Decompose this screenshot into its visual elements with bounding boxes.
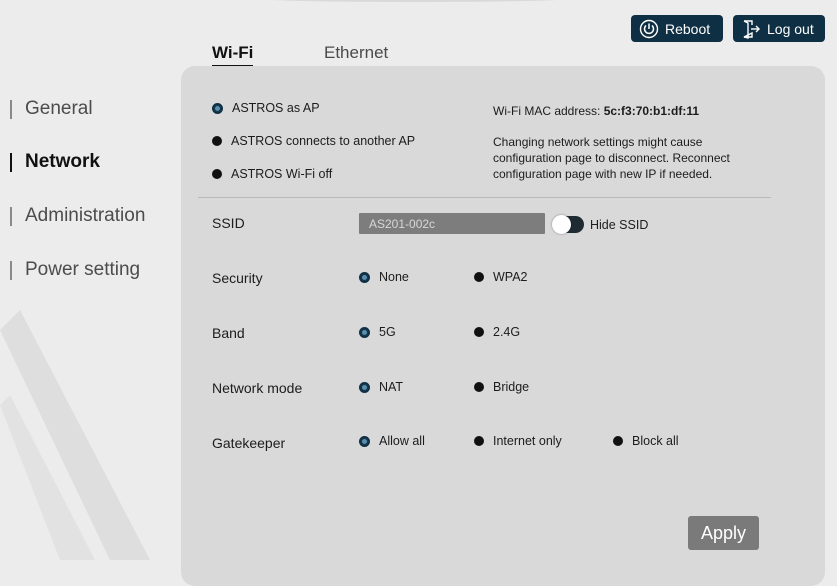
sidebar-item-general[interactable]: General xyxy=(10,97,93,121)
sidebar-indicator xyxy=(10,260,12,280)
sidebar-item-label: Network xyxy=(25,151,100,172)
radio-label: NAT xyxy=(379,380,404,394)
security-label: Security xyxy=(212,270,263,286)
logout-icon xyxy=(743,19,760,39)
radio-security-none[interactable]: None xyxy=(359,270,409,284)
radio-label: ASTROS as AP xyxy=(232,101,320,115)
radio-dot xyxy=(474,327,484,337)
logout-label: Log out xyxy=(767,20,814,37)
radio-label: Block all xyxy=(632,434,679,448)
sidebar-indicator xyxy=(10,152,12,172)
radio-dot-selected xyxy=(359,271,370,283)
radio-dot-selected xyxy=(212,102,223,114)
mac-address-value: 5c:f3:70:b1:df:11 xyxy=(603,104,700,118)
note-line: Changing network settings might cause xyxy=(493,135,703,149)
radio-network-bridge[interactable]: Bridge xyxy=(474,380,529,394)
radio-dot xyxy=(212,169,222,179)
tab-wifi[interactable]: Wi-Fi xyxy=(212,43,254,67)
mac-address-label: Wi-Fi MAC address: xyxy=(493,104,601,118)
radio-label: Allow all xyxy=(379,434,425,448)
sidebar-item-label: Administration xyxy=(25,205,146,226)
network-mode-label: Network mode xyxy=(212,380,303,396)
note-line: configuration page with new IP if needed… xyxy=(493,167,713,181)
sidebar-item-label: General xyxy=(25,98,93,119)
radio-label: None xyxy=(379,270,409,284)
sidebar-item-administration[interactable]: Administration xyxy=(10,204,145,228)
radio-astros-as-ap[interactable]: ASTROS as AP xyxy=(212,101,320,115)
ssid-input[interactable] xyxy=(359,213,545,234)
network-warning-note: Changing network settings might cause co… xyxy=(493,134,753,182)
sidebar-item-power-setting[interactable]: Power setting xyxy=(10,258,140,282)
ssid-label: SSID xyxy=(212,215,245,231)
radio-label: 2.4G xyxy=(493,325,521,339)
radio-label: 5G xyxy=(379,325,396,339)
radio-gatekeeper-allow-all[interactable]: Allow all xyxy=(359,434,425,448)
radio-label: ASTROS connects to another AP xyxy=(231,134,416,148)
reboot-label: Reboot xyxy=(665,20,711,37)
mac-address-row: Wi-Fi MAC address: 5c:f3:70:b1:df:11 xyxy=(493,103,699,119)
radio-label: Bridge xyxy=(493,380,530,394)
sidebar-item-network[interactable]: Network xyxy=(10,150,100,174)
radio-label: ASTROS Wi-Fi off xyxy=(231,167,333,181)
radio-network-nat[interactable]: NAT xyxy=(359,380,403,394)
logout-button[interactable]: Log out xyxy=(733,15,825,42)
radio-label: Internet only xyxy=(493,434,562,448)
hide-ssid-label: Hide SSID xyxy=(590,218,649,232)
note-line: configuration page to disconnect. Reconn… xyxy=(493,151,730,165)
sidebar-item-label: Power setting xyxy=(25,259,141,280)
brand-watermark-logo xyxy=(0,310,150,560)
radio-dot-selected xyxy=(359,435,370,447)
radio-astros-wifi-off[interactable]: ASTROS Wi-Fi off xyxy=(212,167,332,181)
radio-dot-selected xyxy=(359,381,370,393)
sidebar-indicator xyxy=(10,99,12,119)
radio-dot xyxy=(474,382,484,392)
sidebar-indicator xyxy=(10,206,12,226)
top-shadow xyxy=(250,0,580,2)
radio-dot xyxy=(474,272,484,282)
power-icon xyxy=(639,19,659,38)
reboot-button[interactable]: Reboot xyxy=(631,15,723,42)
radio-dot xyxy=(212,136,222,146)
radio-band-2-4g[interactable]: 2.4G xyxy=(474,325,520,339)
gatekeeper-label: Gatekeeper xyxy=(212,435,286,451)
radio-astros-connects-another-ap[interactable]: ASTROS connects to another AP xyxy=(212,134,415,148)
radio-dot-selected xyxy=(359,326,370,338)
radio-gatekeeper-internet-only[interactable]: Internet only xyxy=(474,434,562,448)
radio-security-wpa2[interactable]: WPA2 xyxy=(474,270,528,284)
radio-label: WPA2 xyxy=(493,270,528,284)
radio-band-5g[interactable]: 5G xyxy=(359,325,396,339)
hide-ssid-toggle[interactable] xyxy=(552,215,584,234)
toggle-knob xyxy=(552,215,571,234)
tab-ethernet[interactable]: Ethernet xyxy=(324,43,388,63)
band-label: Band xyxy=(212,325,245,341)
radio-dot xyxy=(613,436,623,446)
apply-button[interactable]: Apply xyxy=(688,516,759,550)
radio-gatekeeper-block-all[interactable]: Block all xyxy=(613,434,679,448)
radio-dot xyxy=(474,436,484,446)
section-divider xyxy=(198,197,771,198)
